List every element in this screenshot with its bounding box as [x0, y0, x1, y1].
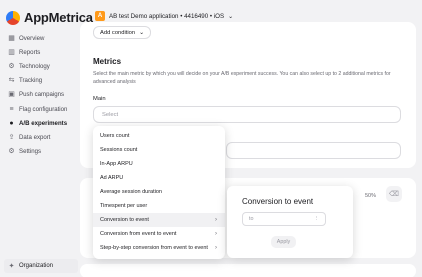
sidebar-item-label: Tracking — [19, 77, 43, 85]
additional-metric-select[interactable] — [226, 142, 401, 159]
main-metric-label: Main — [93, 96, 106, 102]
dropdown-item-in-app-arpu[interactable]: In-App ARPU — [93, 157, 225, 171]
dropdown-item-timespent-per-user[interactable]: Timespent per user — [93, 199, 225, 213]
add-condition-button[interactable]: Add condition ⌄ — [93, 26, 151, 39]
chevron-down-icon: ⌄ — [139, 29, 144, 36]
trash-icon: ⌫ — [389, 191, 399, 198]
dropdown-item-conversion-to-event[interactable]: Conversion to event › — [93, 213, 225, 227]
sidebar-item-reports[interactable]: ▥ Reports — [6, 45, 82, 59]
dropdown-item-label: Average session duration — [100, 189, 162, 195]
export-icon: ⇪ — [8, 133, 15, 141]
app-selector[interactable]: A AB test Demo application • 4416490 • i… — [95, 9, 233, 23]
flag-icon: ≡ — [9, 105, 14, 113]
chevron-right-icon: › — [215, 231, 217, 237]
dropdown-item-sessions-count[interactable]: Sessions count — [93, 143, 225, 157]
app-title: AB test Demo application • 4416490 • iOS — [109, 12, 225, 20]
next-section-card — [80, 264, 416, 277]
dropdown-item-label: In-App ARPU — [100, 161, 133, 167]
sidebar-item-tracking[interactable]: ⇆ Tracking — [6, 74, 82, 88]
dropdown-item-ad-arpu[interactable]: Ad ARPU — [93, 171, 225, 185]
dropdown-item-users-count[interactable]: Users count — [93, 129, 225, 143]
settings-icon: ⚙ — [8, 148, 15, 156]
app-badge-icon: A — [95, 11, 105, 21]
dropdown-item-label: Ad ARPU — [100, 175, 124, 181]
sidebar-item-flag-configuration[interactable]: ≡ Flag configuration — [6, 102, 82, 116]
conversion-submenu: Conversion to event to ⋮ Apply — [227, 186, 353, 258]
dropdown-item-label: Conversion from event to event — [100, 231, 177, 237]
dropdown-item-average-session-duration[interactable]: Average session duration — [93, 185, 225, 199]
event-input-placeholder: to — [249, 216, 254, 222]
appmetrica-logo-icon — [6, 10, 20, 25]
dropdown-item-step-by-step-conversion[interactable]: Step-by-step conversion from event to ev… — [93, 241, 225, 255]
variant-percent: 50% — [365, 193, 377, 199]
sidebar-item-label: Settings — [19, 148, 42, 156]
overview-icon: ▦ — [8, 34, 15, 42]
sidebar-item-label: Data export — [19, 133, 51, 141]
sidebar-item-label: Overview — [19, 34, 45, 42]
dropdown-item-conversion-from-event-to-event[interactable]: Conversion from event to event › — [93, 227, 225, 241]
sidebar-item-ab-experiments[interactable]: ● A/B experiments — [6, 116, 82, 130]
dropdown-item-label: Timespent per user — [100, 203, 148, 209]
sidebar-item-data-export[interactable]: ⇪ Data export — [6, 130, 82, 144]
sidebar-item-settings[interactable]: ⚙ Settings — [6, 145, 82, 159]
metrics-description: Select the main metric by which you will… — [93, 71, 391, 85]
reports-icon: ▥ — [8, 48, 15, 56]
sidebar-nav: ▦ Overview ▥ Reports ⚙ Technology ⇆ Trac… — [6, 31, 82, 159]
main-metric-select[interactable]: Select — [93, 106, 401, 123]
event-input[interactable]: to ⋮ — [242, 212, 326, 226]
delete-variant-button[interactable]: ⌫ — [386, 186, 402, 202]
add-condition-label: Add condition — [100, 29, 136, 36]
organization-icon: ✦ — [8, 262, 15, 270]
dropdown-item-label: Sessions count — [100, 147, 138, 153]
sidebar-item-label: Reports — [19, 48, 41, 56]
sidebar-item-overview[interactable]: ▦ Overview — [6, 31, 82, 45]
app-logo[interactable]: AppMetrica — [6, 10, 93, 25]
more-icon: ⋮ — [313, 216, 319, 222]
submenu-title: Conversion to event — [242, 197, 314, 206]
select-placeholder: Select — [102, 111, 119, 118]
organization-label: Organization — [19, 263, 54, 269]
sidebar-item-label: Push campaigns — [19, 91, 65, 99]
apply-button[interactable]: Apply — [271, 236, 296, 248]
chevron-right-icon: › — [215, 217, 217, 223]
chevron-right-icon: › — [215, 245, 217, 251]
dropdown-item-label: Users count — [100, 133, 130, 139]
sidebar-item-technology[interactable]: ⚙ Technology — [6, 59, 82, 73]
sidebar-item-label: Technology — [19, 62, 50, 70]
sidebar-item-label: Flag configuration — [19, 105, 68, 113]
sidebar-item-push-campaigns[interactable]: ▣ Push campaigns — [6, 88, 82, 102]
tracking-icon: ⇆ — [8, 77, 15, 85]
chevron-down-icon: ⌄ — [228, 13, 234, 20]
sidebar: AppMetrica ▦ Overview ▥ Reports ⚙ Techno… — [0, 0, 93, 277]
technology-icon: ⚙ — [8, 62, 15, 70]
dropdown-item-label: Conversion to event — [100, 217, 149, 223]
dropdown-item-label: Step-by-step conversion from event to ev… — [100, 245, 208, 251]
ab-icon: ● — [9, 119, 14, 127]
metric-dropdown: Users count Sessions count In-App ARPU A… — [93, 126, 225, 259]
sidebar-item-label: A/B experiments — [19, 119, 68, 127]
metrics-title: Metrics — [93, 57, 122, 66]
organization-button[interactable]: ✦ Organization — [4, 259, 78, 273]
push-icon: ▣ — [8, 91, 15, 99]
